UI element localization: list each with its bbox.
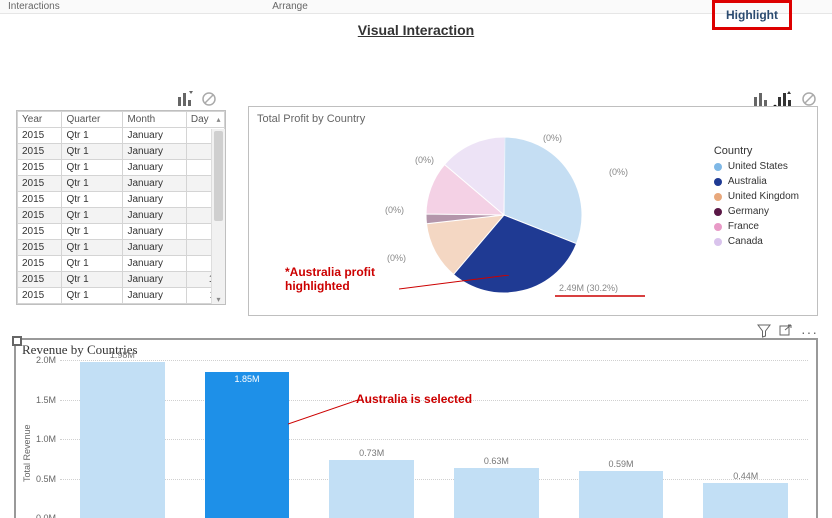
table-row[interactable]: 2015Qtr 1January9 — [18, 256, 225, 272]
legend-item[interactable]: Canada — [714, 236, 799, 247]
bar-data-label: 0.63M — [454, 456, 539, 466]
highlight-command[interactable]: Highlight — [712, 0, 792, 30]
y-tick: 1.5M — [22, 395, 56, 405]
legend-item[interactable]: United States — [714, 161, 799, 172]
pie-slice-label: (0%) — [543, 133, 562, 143]
bar-data-label: 0.44M — [703, 471, 788, 481]
y-tick: 0.0M — [22, 513, 56, 518]
none-mode-icon[interactable] — [200, 90, 218, 108]
bar-data-label: 0.59M — [579, 459, 664, 469]
pie-slice-label: (0%) — [609, 167, 628, 177]
table-header[interactable]: Month — [123, 112, 186, 128]
bar[interactable]: 0.59M — [579, 471, 664, 518]
bar[interactable]: 1.85M — [205, 372, 290, 518]
ribbon-tab-interactions[interactable]: Interactions — [0, 0, 140, 13]
pie-slice-label: (0%) — [385, 205, 404, 215]
table-row[interactable]: 2015Qtr 1January2 — [18, 144, 225, 160]
legend-item[interactable]: Australia — [714, 176, 799, 187]
pie-legend: Country United StatesAustraliaUnited Kin… — [714, 145, 799, 251]
table-visual[interactable]: YearQuarterMonthDay2015Qtr 1January12015… — [16, 110, 226, 305]
table-row[interactable]: 2015Qtr 1January7 — [18, 224, 225, 240]
pie-highlight-label: 2.49M (30.2%) — [559, 283, 618, 293]
table-header[interactable]: Quarter — [62, 112, 123, 128]
filter-mode-icon[interactable] — [176, 90, 194, 108]
page-title: Visual Interaction — [0, 14, 832, 48]
bar-chart-visual[interactable]: Revenue by Countries 0.0M0.5M1.0M1.5M2.0… — [14, 338, 818, 518]
table-row[interactable]: 2015Qtr 1January10 — [18, 272, 225, 288]
pie-slice-label: (0%) — [415, 155, 434, 165]
bar[interactable]: 0.44M — [703, 483, 788, 518]
bar-data-label: 1.98M — [80, 350, 165, 360]
table-row[interactable]: 2015Qtr 1January12 — [18, 304, 225, 306]
ribbon-tab-arrange[interactable]: Arrange — [140, 0, 440, 13]
bar-data-label: 1.85M — [205, 374, 290, 384]
table-row[interactable]: 2015Qtr 1January1 — [18, 128, 225, 144]
table-row[interactable]: 2015Qtr 1January5 — [18, 192, 225, 208]
scrollbar[interactable]: ▴ ▾ — [211, 129, 225, 304]
table-row[interactable]: 2015Qtr 1January6 — [18, 208, 225, 224]
bar-data-label: 0.73M — [329, 448, 414, 458]
y-axis-label: Total Revenue — [22, 424, 32, 482]
bar-annotation: Australia is selected — [356, 392, 472, 406]
pie-title: Total Profit by Country — [249, 107, 817, 125]
table-row[interactable]: 2015Qtr 1January4 — [18, 176, 225, 192]
bar[interactable]: 1.98M — [80, 362, 165, 518]
legend-item[interactable]: United Kingdom — [714, 191, 799, 202]
legend-item[interactable]: France — [714, 221, 799, 232]
table-header[interactable]: Year — [18, 112, 62, 128]
legend-item[interactable]: Germany — [714, 206, 799, 217]
y-tick: 2.0M — [22, 355, 56, 365]
table-row[interactable]: 2015Qtr 1January11 — [18, 288, 225, 304]
table-row[interactable]: 2015Qtr 1January8 — [18, 240, 225, 256]
bar[interactable]: 0.73M — [329, 460, 414, 518]
pie-chart-visual[interactable]: Total Profit by Country Country United S… — [248, 106, 818, 316]
bar[interactable]: 0.63M — [454, 468, 539, 518]
pie-annotation: *Australia profit highlighted — [285, 265, 405, 294]
pie-slice-label: (0%) — [387, 253, 406, 263]
table-row[interactable]: 2015Qtr 1January3 — [18, 160, 225, 176]
